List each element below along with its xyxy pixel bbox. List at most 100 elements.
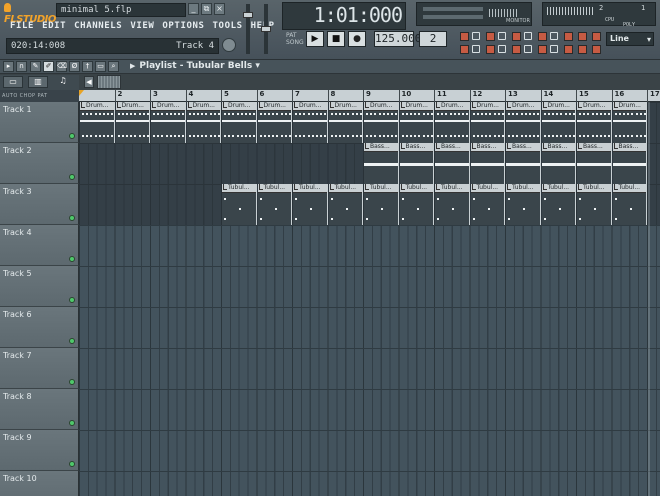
track-header[interactable]: Track 8 [0,389,79,430]
zoom-icon[interactable]: ⌕ [108,61,119,72]
pattern-clip[interactable]: Bass... [612,143,647,184]
pattern-clip[interactable]: Drum... [186,102,221,143]
pattern-clip[interactable]: Drum... [328,102,363,143]
pattern-clip[interactable]: Bass... [577,143,612,184]
pattern-clip[interactable]: Drum... [435,102,470,143]
pattern-clip[interactable]: Drum... [293,102,328,143]
menu-file[interactable]: FILE [6,20,38,34]
track-mute-led[interactable] [69,338,75,344]
song-time-display[interactable]: 1:01:000 [296,4,403,26]
pattern-clip[interactable]: Drum... [470,102,505,143]
track-mute-led[interactable] [69,215,75,221]
loop-icon[interactable] [498,32,506,40]
pattern-clip[interactable]: Tubul... [328,184,363,225]
metronome-icon[interactable] [472,32,480,40]
shortcut-extra-2[interactable] [578,45,587,54]
playlist-title[interactable]: ▶ Playlist - Tubular Bells ▾ [130,61,260,71]
menu-options[interactable]: OPTIONS [158,20,208,34]
pattern-clip[interactable]: Drum... [399,102,434,143]
shortcut-help[interactable] [564,32,573,41]
track-mute-led[interactable] [69,256,75,262]
blend-icon[interactable] [524,32,532,40]
pattern-clip[interactable]: Drum... [80,102,115,143]
select-icon[interactable]: ▭ [95,61,106,72]
track-mute-led[interactable] [69,461,75,467]
slice-icon[interactable]: † [82,61,93,72]
pattern-clip[interactable]: Drum... [151,102,186,143]
pattern-clip[interactable]: Tubul... [435,184,470,225]
shortcut-playlist[interactable] [460,32,469,41]
song-position-marker[interactable] [79,90,84,96]
menu-edit[interactable]: EDIT [38,20,70,34]
pattern-clip[interactable]: Tubul... [506,184,541,225]
track-header[interactable]: Track 4 [0,225,79,266]
master-volume-slider[interactable] [243,12,253,18]
shortcut-browser[interactable] [486,45,495,54]
pattern-clip[interactable]: Bass... [470,143,505,184]
pattern-clip[interactable]: Tubul... [293,184,328,225]
track-mute-led[interactable] [69,379,75,385]
save-icon[interactable] [550,32,558,40]
typing-keyboard-icon[interactable] [498,45,506,53]
pattern-clip[interactable]: Drum... [506,102,541,143]
shortcut-project[interactable] [538,45,547,54]
pattern-clip[interactable]: Tubul... [470,184,505,225]
menu-view[interactable]: VIEW [126,20,158,34]
pattern-clip[interactable]: Tubul... [257,184,292,225]
pattern-clip[interactable]: Tubul... [612,184,647,225]
pattern-clip[interactable]: Bass... [435,143,470,184]
piano-icon[interactable]: ▥ [28,76,48,88]
step-edit-icon[interactable] [524,45,532,53]
pencil-icon[interactable]: ✎ [30,61,41,72]
record-button[interactable]: ● [348,31,366,47]
track-header[interactable]: Track 9 [0,430,79,471]
pitch-knob[interactable] [222,38,236,52]
track-header[interactable]: Track 10 [0,471,79,496]
minimize-button[interactable]: _ [188,3,199,15]
magnet-icon[interactable]: ∩ [16,61,27,72]
track-header[interactable]: Track 1 [0,102,79,143]
master-pitch-slider[interactable] [261,26,271,32]
pattern-clip[interactable]: Tubul... [222,184,257,225]
pattern-clip[interactable]: Bass... [364,143,399,184]
shortcut-step-seq[interactable] [460,45,469,54]
track-header[interactable]: Track 7 [0,348,79,389]
shortcut-mixer[interactable] [512,32,521,41]
menu-channels[interactable]: CHANNELS [70,20,126,34]
restore-button[interactable]: ⧉ [201,3,212,15]
track-header[interactable]: Track 5 [0,266,79,307]
track-mute-led[interactable] [69,174,75,180]
pattern-clip[interactable]: Bass... [506,143,541,184]
track-mute-led[interactable] [69,133,75,139]
scroll-left-button[interactable]: ◀ [84,76,94,88]
pattern-mode-icon[interactable]: ▭ [3,76,23,88]
shortcut-extra-1[interactable] [578,32,587,41]
shortcut-info[interactable] [564,45,573,54]
delete-icon[interactable]: ⌫ [56,61,67,72]
track-mute-led[interactable] [69,297,75,303]
track-header[interactable]: Track 2 [0,143,79,184]
pattern-clip[interactable]: Drum... [541,102,576,143]
shortcut-extra-3[interactable] [592,32,601,41]
note-icon[interactable]: ♫ [53,76,73,88]
options-arrow-icon[interactable]: ▸ [3,61,14,72]
pattern-clip[interactable]: Drum... [257,102,292,143]
shortcut-extra-4[interactable] [592,45,601,54]
close-button[interactable]: × [214,3,225,15]
pattern-clip[interactable]: Bass... [541,143,576,184]
snap-selector[interactable]: Line ▾ [606,32,654,46]
pattern-clip[interactable]: Tubul... [399,184,434,225]
pattern-clip[interactable]: Tubul... [364,184,399,225]
stop-button[interactable]: ■ [327,31,345,47]
track-header[interactable]: Track 3 [0,184,79,225]
menu-tools[interactable]: TOOLS [209,20,247,34]
tempo-display[interactable]: 125.000 [374,31,421,47]
track-header[interactable]: Track 6 [0,307,79,348]
track-mute-led[interactable] [69,420,75,426]
pattern-clip[interactable]: Tubul... [541,184,576,225]
horizontal-scroll-thumb[interactable] [97,75,121,89]
pattern-clip[interactable]: Drum... [222,102,257,143]
pattern-clip[interactable]: Drum... [115,102,150,143]
shortcut-channel[interactable] [512,45,521,54]
pattern-selector[interactable]: 2 [419,31,447,47]
